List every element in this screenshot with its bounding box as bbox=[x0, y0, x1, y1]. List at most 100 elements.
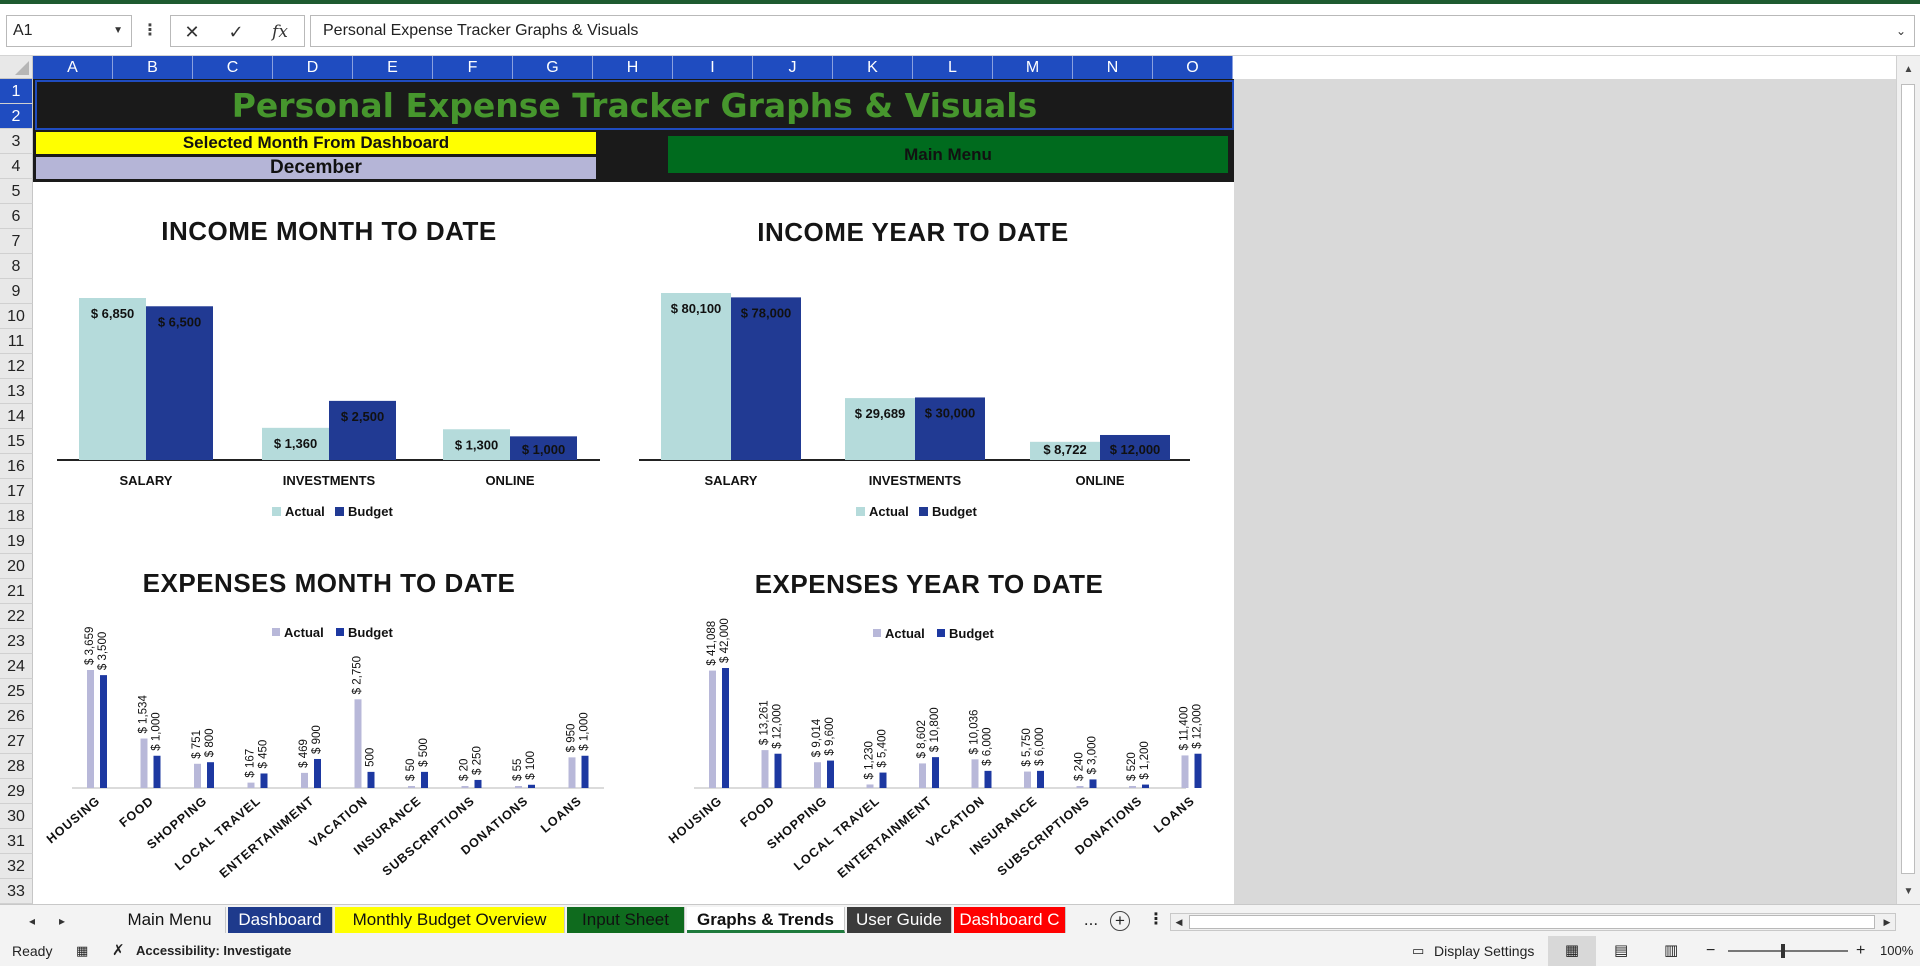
scroll-right-icon[interactable]: ▶ bbox=[1879, 914, 1895, 930]
row-header-9[interactable]: 9 bbox=[0, 279, 33, 304]
row-header-28[interactable]: 28 bbox=[0, 754, 33, 779]
row-header-4[interactable]: 4 bbox=[0, 154, 33, 179]
formula-input[interactable]: Personal Expense Tracker Graphs & Visual… bbox=[310, 15, 1915, 47]
tab-dashboard[interactable]: Dashboard bbox=[228, 907, 333, 933]
column-header-e[interactable]: E bbox=[353, 56, 433, 79]
bar-actual-vacation bbox=[971, 759, 979, 788]
chart-income-month-to-date[interactable]: $ 6,850 $ 6,500 SALARY $ 1,360 $ 2,500 INVEST… bbox=[40, 260, 620, 530]
row-header-33[interactable]: 33 bbox=[0, 879, 33, 904]
display-settings[interactable]: Display Settings bbox=[1434, 936, 1534, 966]
column-header-d[interactable]: D bbox=[273, 56, 353, 79]
zoom-level[interactable]: 100% bbox=[1880, 936, 1913, 966]
tab-prev-icon[interactable]: ◂ bbox=[22, 911, 42, 931]
category-label-housing: HOUSING bbox=[666, 794, 725, 847]
row-header-15[interactable]: 15 bbox=[0, 429, 33, 454]
row-header-26[interactable]: 26 bbox=[0, 704, 33, 729]
row-header-30[interactable]: 30 bbox=[0, 804, 33, 829]
chart-expenses-month-to-date[interactable]: $ 3,659 $ 3,500HOUSING$ 1,534 $ 1,000FOOD$… bbox=[40, 605, 620, 903]
column-header-m[interactable]: M bbox=[993, 56, 1073, 79]
column-header-f[interactable]: F bbox=[433, 56, 513, 79]
row-header-16[interactable]: 16 bbox=[0, 454, 33, 479]
tab-next-icon[interactable]: ▸ bbox=[52, 911, 72, 931]
chevron-down-icon[interactable]: ⌄ bbox=[1896, 16, 1906, 46]
accessibility-icon[interactable]: ✗ bbox=[112, 936, 125, 966]
tab-input-sheet[interactable]: Input Sheet bbox=[567, 907, 685, 933]
column-header-h[interactable]: H bbox=[593, 56, 673, 79]
row-header-18[interactable]: 18 bbox=[0, 504, 33, 529]
row-header-1[interactable]: 1 bbox=[0, 79, 33, 104]
row-header-13[interactable]: 13 bbox=[0, 379, 33, 404]
scroll-up-icon[interactable]: ▲ bbox=[1897, 60, 1920, 80]
row-header-24[interactable]: 24 bbox=[0, 654, 33, 679]
tab-monthly-budget-overview[interactable]: Monthly Budget Overview bbox=[335, 907, 565, 933]
tab-main-menu[interactable]: Main Menu bbox=[114, 907, 226, 933]
normal-view-icon[interactable]: ▦ bbox=[1548, 936, 1596, 966]
row-header-31[interactable]: 31 bbox=[0, 829, 33, 854]
row-header-17[interactable]: 17 bbox=[0, 479, 33, 504]
select-all-corner[interactable] bbox=[0, 56, 33, 79]
row-header-6[interactable]: 6 bbox=[0, 204, 33, 229]
sheet-title[interactable]: Personal Expense Tracker Graphs & Visual… bbox=[35, 80, 1234, 130]
row-header-21[interactable]: 21 bbox=[0, 579, 33, 604]
row-header-23[interactable]: 23 bbox=[0, 629, 33, 654]
zoom-slider-handle[interactable] bbox=[1781, 944, 1785, 958]
main-menu-button[interactable]: Main Menu bbox=[668, 136, 1228, 173]
page-layout-icon[interactable]: ▤ bbox=[1614, 936, 1628, 966]
row-header-10[interactable]: 10 bbox=[0, 304, 33, 329]
column-header-n[interactable]: N bbox=[1073, 56, 1153, 79]
row-header-11[interactable]: 11 bbox=[0, 329, 33, 354]
row-header-19[interactable]: 19 bbox=[0, 529, 33, 554]
row-header-20[interactable]: 20 bbox=[0, 554, 33, 579]
row-header-22[interactable]: 22 bbox=[0, 604, 33, 629]
column-header-b[interactable]: B bbox=[113, 56, 193, 79]
macro-record-icon[interactable]: ▦ bbox=[76, 936, 88, 966]
row-header-14[interactable]: 14 bbox=[0, 404, 33, 429]
vertical-scrollbar[interactable]: ▲ ▼ bbox=[1896, 56, 1920, 906]
more-options-icon[interactable]: ⋮ bbox=[140, 16, 160, 46]
more-tabs-ellipsis[interactable]: ... bbox=[1080, 907, 1102, 933]
tab-user-guide[interactable]: User Guide bbox=[847, 907, 952, 933]
display-settings-icon[interactable]: ▭ bbox=[1412, 936, 1424, 966]
row-header-3[interactable]: 3 bbox=[0, 129, 33, 154]
scroll-down-icon[interactable]: ▼ bbox=[1897, 882, 1920, 902]
column-header-j[interactable]: J bbox=[753, 56, 833, 79]
row-header-27[interactable]: 27 bbox=[0, 729, 33, 754]
row-header-32[interactable]: 32 bbox=[0, 854, 33, 879]
column-header-l[interactable]: L bbox=[913, 56, 993, 79]
page-break-preview-icon[interactable]: ▥ bbox=[1664, 936, 1678, 966]
row-header-29[interactable]: 29 bbox=[0, 779, 33, 804]
scroll-thumb[interactable] bbox=[1901, 84, 1915, 874]
zoom-out-icon[interactable]: − bbox=[1706, 936, 1715, 966]
tab-dashboard-c[interactable]: Dashboard C bbox=[954, 907, 1066, 933]
row-header-12[interactable]: 12 bbox=[0, 354, 33, 379]
chevron-down-icon[interactable]: ▼ bbox=[113, 16, 123, 46]
column-header-g[interactable]: G bbox=[513, 56, 593, 79]
column-header-o[interactable]: O bbox=[1153, 56, 1233, 79]
data-label-actual-investments: $ 1,360 bbox=[274, 436, 317, 451]
row-header-8[interactable]: 8 bbox=[0, 254, 33, 279]
enter-icon[interactable]: ✓ bbox=[219, 18, 253, 46]
tab-options-icon[interactable]: ⋮ bbox=[1148, 909, 1164, 931]
scroll-left-icon[interactable]: ◀ bbox=[1171, 914, 1187, 930]
column-header-k[interactable]: K bbox=[833, 56, 913, 79]
column-header-c[interactable]: C bbox=[193, 56, 273, 79]
add-sheet-icon[interactable]: + bbox=[1110, 911, 1130, 931]
accessibility-status[interactable]: Accessibility: Investigate bbox=[136, 936, 291, 966]
cancel-icon[interactable]: ✕ bbox=[175, 18, 209, 46]
zoom-slider-track[interactable] bbox=[1728, 950, 1848, 952]
hscroll-thumb[interactable] bbox=[1189, 915, 1875, 929]
chart-income-year-to-date[interactable]: $ 80,100 $ 78,000 SALARY $ 29,689 $ 30,000 IN… bbox=[622, 260, 1202, 530]
zoom-in-icon[interactable]: + bbox=[1856, 936, 1865, 966]
horizontal-scrollbar[interactable]: ◀ ▶ bbox=[1170, 913, 1896, 931]
column-header-a[interactable]: A bbox=[33, 56, 113, 79]
tab-graphs-trends[interactable]: Graphs & Trends bbox=[687, 907, 845, 933]
column-header-i[interactable]: I bbox=[673, 56, 753, 79]
chart-expenses-year-to-date[interactable]: $ 41,088 $ 42,000HOUSING$ 13,261 $ 12,000F… bbox=[660, 605, 1204, 903]
row-header-25[interactable]: 25 bbox=[0, 679, 33, 704]
row-header-2[interactable]: 2 bbox=[0, 104, 33, 129]
data-label-actual-online: $ 8,722 bbox=[1043, 442, 1086, 457]
row-header-7[interactable]: 7 bbox=[0, 229, 33, 254]
row-header-5[interactable]: 5 bbox=[0, 179, 33, 204]
name-box[interactable]: A1 ▼ bbox=[6, 15, 132, 47]
insert-function-icon[interactable]: fx bbox=[263, 18, 297, 46]
